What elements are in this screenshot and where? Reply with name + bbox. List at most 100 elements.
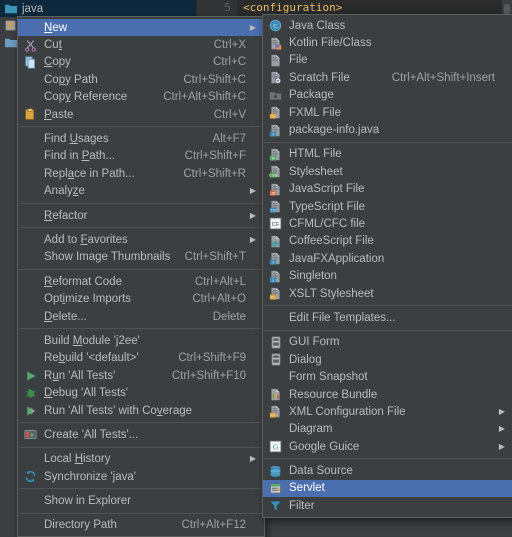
menu-item-copy[interactable]: Copy Ctrl+C bbox=[18, 54, 264, 71]
menu-item-shortcut: Ctrl+Shift+T bbox=[184, 251, 246, 264]
menu-item-reformat-code[interactable]: Reformat Code Ctrl+Alt+L bbox=[18, 273, 264, 290]
menu-item-create-all-tests[interactable]: Create 'All Tests'... bbox=[18, 426, 264, 443]
menu-item-label: FXML File bbox=[289, 106, 341, 119]
submenu-item-typescript-file[interactable]: TS TypeScript File bbox=[263, 198, 512, 215]
menu-item-directory-path[interactable]: Directory Path Ctrl+Alt+F12 bbox=[18, 517, 264, 534]
submenu-item-package-info[interactable]: Jpackage-info.java bbox=[263, 121, 512, 138]
submenu-item-xslt-stylesheet[interactable]: <> XSLT Stylesheet bbox=[263, 285, 512, 302]
menu-item-find-in-path[interactable]: Find in Path... Ctrl+Shift+F bbox=[18, 148, 264, 165]
menu-item-label: Form Snapshot bbox=[289, 371, 368, 384]
submenu-item-html-file[interactable]: H HTML File bbox=[263, 146, 512, 163]
submenu-item-singleton[interactable]: J Singleton bbox=[263, 267, 512, 284]
tree-item[interactable]: java bbox=[0, 0, 196, 17]
menu-item-label: CFML/CFC file bbox=[289, 217, 366, 230]
submenu-item-edit-file-templates[interactable]: Edit File Templates... bbox=[263, 309, 512, 326]
submenu-arrow-icon: ▶ bbox=[249, 186, 256, 196]
submenu-item-scratch-file[interactable]: Scratch File Ctrl+Alt+Shift+Insert bbox=[263, 69, 512, 86]
menu-item-label: Singleton bbox=[289, 270, 337, 283]
svg-text:J: J bbox=[272, 131, 274, 136]
menu-item-shortcut: Ctrl+Alt+Shift+Insert bbox=[391, 71, 495, 84]
menu-item-label: Directory Path bbox=[44, 519, 117, 532]
css-file-icon: CSS bbox=[267, 165, 284, 178]
gui-form-icon bbox=[267, 336, 284, 349]
submenu-item-kotlin-file-class[interactable]: Kotlin File/Class bbox=[263, 34, 512, 51]
submenu-item-javafx-application[interactable]: J JavaFXApplication bbox=[263, 250, 512, 267]
svg-text:TS: TS bbox=[270, 208, 275, 213]
menu-item-cut[interactable]: Cut Ctrl+X bbox=[18, 36, 264, 53]
menu-separator bbox=[264, 458, 512, 460]
menu-item-label: Find in Path... bbox=[44, 150, 115, 163]
submenu-item-file[interactable]: File bbox=[263, 52, 512, 69]
submenu-item-package[interactable]: Package bbox=[263, 87, 512, 104]
submenu-item-fxml-file[interactable]: <> FXML File bbox=[263, 104, 512, 121]
menu-item-label: Find Usages bbox=[44, 133, 109, 146]
menu-item-run-with-coverage[interactable]: Run 'All Tests' with Coverage bbox=[18, 402, 264, 419]
submenu-item-dialog[interactable]: Dialog bbox=[263, 351, 512, 368]
menu-item-replace-in-path[interactable]: Replace in Path... Ctrl+Shift+R bbox=[18, 165, 264, 182]
menu-item-copy-path[interactable]: Copy Path Ctrl+Shift+C bbox=[18, 71, 264, 88]
menu-item-label: Filter bbox=[289, 499, 315, 512]
menu-item-new[interactable]: New ▶ bbox=[18, 19, 264, 37]
submenu-item-stylesheet[interactable]: CSS Stylesheet bbox=[263, 163, 512, 180]
menu-item-build-module[interactable]: Build Module 'j2ee' bbox=[18, 332, 264, 349]
folder-icon bbox=[4, 37, 18, 49]
menu-item-label: Paste bbox=[44, 108, 74, 121]
module-icon bbox=[4, 19, 18, 32]
menu-item-analyze[interactable]: Analyze ▶ bbox=[18, 183, 264, 200]
sync-icon bbox=[22, 470, 39, 483]
submenu-item-java-class[interactable]: C Java Class bbox=[263, 17, 512, 34]
new-submenu[interactable]: C Java Class Kotlin File/Class File Scratch … bbox=[262, 14, 512, 518]
file-icon bbox=[267, 54, 284, 67]
menu-item-shortcut: Ctrl+Shift+F bbox=[184, 150, 246, 163]
svg-text:<>: <> bbox=[271, 295, 276, 300]
debug-icon bbox=[22, 387, 39, 399]
submenu-item-xml-configuration-file[interactable]: <> XML Configuration File ▶ bbox=[263, 403, 512, 420]
menu-separator bbox=[19, 422, 263, 424]
menu-separator bbox=[19, 227, 263, 229]
submenu-item-javascript-file[interactable]: JS JavaScript File bbox=[263, 181, 512, 198]
menu-item-show-image-thumbnails[interactable]: Show Image Thumbnails Ctrl+Shift+T bbox=[18, 249, 264, 266]
menu-item-delete[interactable]: Delete... Delete bbox=[18, 308, 264, 325]
menu-item-local-history[interactable]: Local History ▶ bbox=[18, 451, 264, 468]
menu-item-shortcut: Ctrl+Shift+F10 bbox=[171, 369, 246, 382]
copy-icon bbox=[22, 56, 39, 69]
submenu-arrow-icon: ▶ bbox=[249, 210, 256, 220]
submenu-item-gui-form[interactable]: GUI Form bbox=[263, 334, 512, 351]
menu-item-add-to-favorites[interactable]: Add to Favorites ▶ bbox=[18, 231, 264, 248]
submenu-item-coffeescript-file[interactable]: CoffeeScript File bbox=[263, 233, 512, 250]
menu-item-optimize-imports[interactable]: Optimize Imports Ctrl+Alt+O bbox=[18, 290, 264, 307]
submenu-item-cfml-file[interactable]: CF CFML/CFC file bbox=[263, 215, 512, 232]
html-file-icon: H bbox=[267, 148, 284, 161]
menu-item-shortcut: Ctrl+Shift+C bbox=[183, 73, 246, 86]
svg-text:C: C bbox=[273, 23, 277, 30]
menu-item-label: Show Image Thumbnails bbox=[44, 251, 171, 264]
submenu-item-resource-bundle[interactable]: Resource Bundle bbox=[263, 386, 512, 403]
menu-item-label: Copy bbox=[44, 56, 71, 69]
menu-item-rebuild[interactable]: Rebuild '<default>' Ctrl+Shift+F9 bbox=[18, 350, 264, 367]
menu-separator bbox=[19, 202, 263, 204]
menu-item-copy-reference[interactable]: Copy Reference Ctrl+Alt+Shift+C bbox=[18, 89, 264, 106]
project-view-context-menu[interactable]: New ▶ Cut Ctrl+X Copy Ctrl+C Copy Path Ctrl+Shi… bbox=[17, 16, 265, 537]
menu-item-run-all-tests[interactable]: Run 'All Tests' Ctrl+Shift+F10 bbox=[18, 367, 264, 384]
submenu-item-data-source[interactable]: Data Source bbox=[263, 462, 512, 479]
submenu-arrow-icon: ▶ bbox=[249, 234, 256, 244]
submenu-item-diagram[interactable]: Diagram ▶ bbox=[263, 421, 512, 438]
submenu-item-google-guice[interactable]: G Google Guice ▶ bbox=[263, 438, 512, 455]
menu-item-paste[interactable]: Paste Ctrl+V bbox=[18, 106, 264, 123]
submenu-item-servlet[interactable]: Servlet bbox=[263, 479, 512, 498]
submenu-item-form-snapshot[interactable]: Form Snapshot bbox=[263, 368, 512, 385]
menu-item-refactor[interactable]: Refactor ▶ bbox=[18, 207, 264, 224]
menu-item-synchronize[interactable]: Synchronize 'java' bbox=[18, 468, 264, 485]
menu-item-find-usages[interactable]: Find Usages Alt+F7 bbox=[18, 130, 264, 147]
menu-item-label: Diagram bbox=[289, 423, 333, 436]
menu-item-label: Build Module 'j2ee' bbox=[44, 334, 140, 347]
cut-icon bbox=[22, 39, 39, 52]
menu-item-show-in-explorer[interactable]: Show in Explorer bbox=[18, 492, 264, 509]
svg-text:CSS: CSS bbox=[269, 173, 278, 178]
menu-item-debug-all-tests[interactable]: Debug 'All Tests' bbox=[18, 384, 264, 401]
submenu-arrow-icon: ▶ bbox=[249, 22, 256, 32]
menu-item-label: GUI Form bbox=[289, 336, 340, 349]
menu-item-shortcut: Delete bbox=[212, 310, 246, 323]
menu-item-label: Create 'All Tests'... bbox=[44, 428, 139, 441]
package-icon bbox=[267, 89, 284, 102]
